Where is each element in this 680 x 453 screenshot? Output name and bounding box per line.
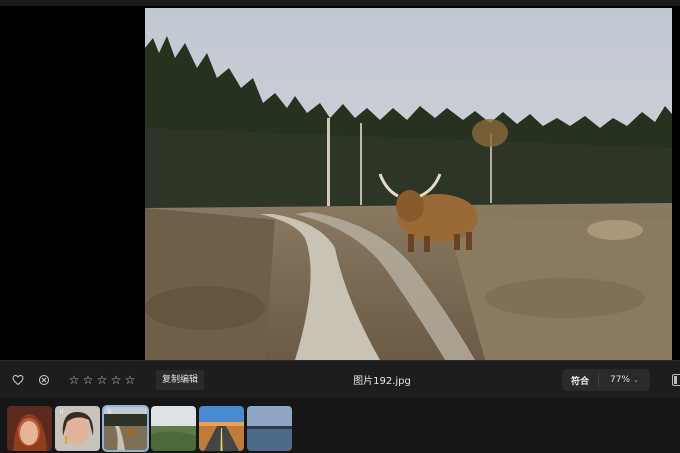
filmstrip-thumbnail[interactable]: ⠿ — [55, 406, 100, 451]
edited-badge-icon: ⠿ — [107, 409, 112, 416]
bottom-toolbar: ☆ ☆ ☆ ☆ ☆ 复制编辑 图片192.jpg 符合 77% ⌄ — [0, 360, 680, 398]
favorite-button[interactable] — [9, 370, 27, 390]
image-viewer[interactable] — [0, 6, 680, 360]
star-icon[interactable]: ☆ — [68, 373, 80, 387]
file-name: 图片192.jpg — [353, 376, 411, 387]
star-icon[interactable]: ☆ — [110, 373, 122, 387]
star-icon[interactable]: ☆ — [124, 373, 136, 387]
zoom-controls: 符合 77% ⌄ — [562, 369, 650, 391]
sidebar-toggle-icon[interactable] — [672, 374, 680, 386]
zoom-dropdown[interactable]: 77% ⌄ — [599, 375, 650, 385]
filmstrip: ⠿ ⠿ — [0, 398, 680, 453]
thumbnail-image — [151, 406, 196, 451]
star-icon[interactable]: ☆ — [96, 373, 108, 387]
copy-edits-button[interactable]: 复制编辑 — [156, 370, 205, 390]
star-rating[interactable]: ☆ ☆ ☆ ☆ ☆ — [68, 370, 136, 390]
chevron-down-icon: ⌄ — [633, 376, 639, 384]
edited-badge-icon: ⠿ — [59, 409, 64, 416]
filmstrip-thumbnail[interactable] — [151, 406, 196, 451]
filmstrip-thumbnail[interactable]: ⠿ — [102, 405, 149, 452]
reject-icon — [39, 375, 49, 385]
thumbnail-image — [247, 406, 292, 451]
fit-button[interactable]: 符合 — [562, 374, 598, 387]
photo-canvas — [145, 8, 672, 360]
main-photo-highland-cow[interactable] — [145, 8, 672, 360]
thumbnail-image — [7, 406, 52, 451]
filmstrip-thumbnail[interactable] — [247, 406, 292, 451]
filmstrip-thumbnail[interactable] — [7, 406, 52, 451]
reject-button[interactable] — [35, 370, 53, 390]
thumbnail-image — [199, 406, 244, 451]
heart-icon — [12, 374, 24, 386]
star-icon[interactable]: ☆ — [82, 373, 94, 387]
filmstrip-thumbnail[interactable] — [199, 406, 244, 451]
zoom-level: 77% — [610, 375, 631, 385]
